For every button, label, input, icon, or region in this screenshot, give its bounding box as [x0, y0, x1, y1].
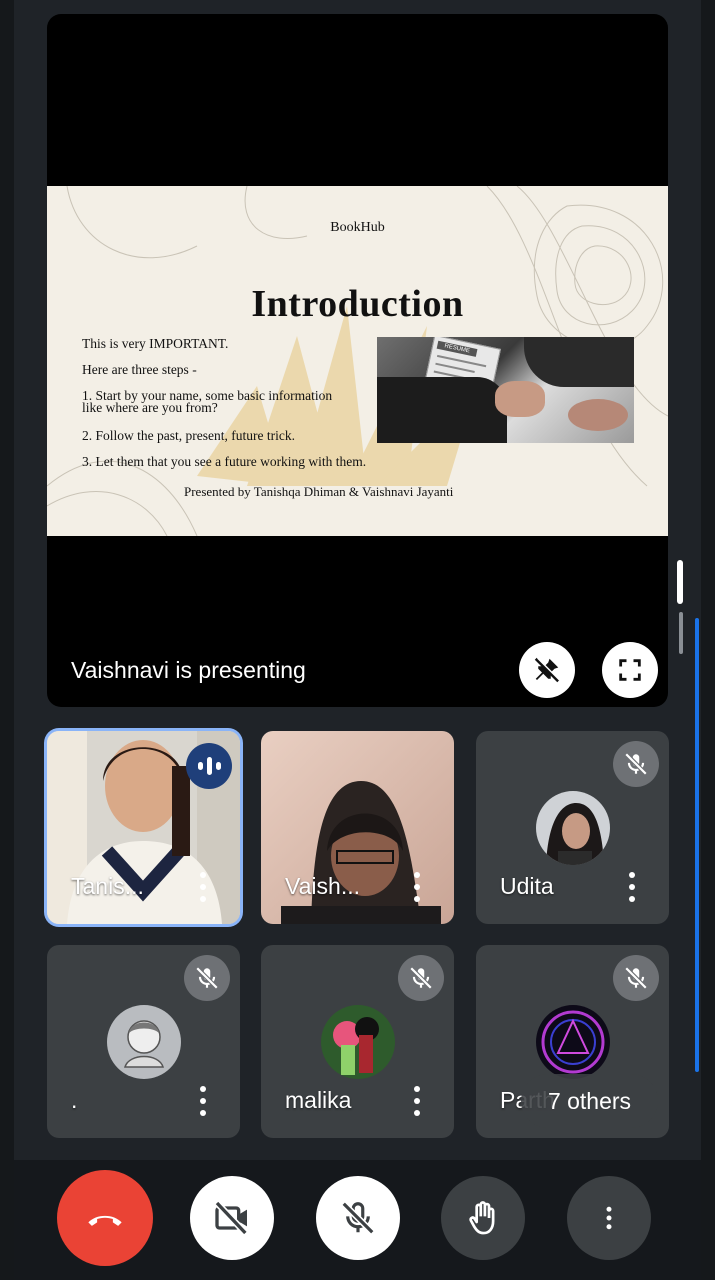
participant-tile-vaish[interactable]: Vaish... — [261, 731, 454, 924]
slide-title: Introduction — [251, 283, 464, 325]
avatar — [321, 1005, 395, 1079]
more-options-button[interactable] — [567, 1176, 651, 1260]
slide-line-5: 3. Let them that you see a future workin… — [82, 454, 367, 469]
mic-off-icon — [613, 955, 659, 1001]
unpin-icon — [534, 657, 561, 683]
participant-tile-malika[interactable]: malika — [261, 945, 454, 1138]
more-vert-icon[interactable] — [406, 1086, 428, 1116]
participant-name: . — [71, 1087, 78, 1113]
hand-icon — [469, 1201, 495, 1235]
mic-toggle-button[interactable] — [316, 1176, 400, 1260]
tiles-scrollbar[interactable] — [695, 618, 699, 1072]
slide-line-4: 2. Follow the past, present, future tric… — [82, 428, 295, 443]
speaking-indicator-icon — [186, 743, 232, 789]
screen-edge-left — [0, 0, 14, 1280]
resume-label: RESUME — [436, 340, 478, 357]
slide-line-3: 1. Start by your name, some basic inform… — [82, 388, 333, 415]
participant-name: malika — [285, 1087, 352, 1113]
participant-tile-dot[interactable]: . — [47, 945, 240, 1138]
camera-toggle-button[interactable] — [190, 1176, 274, 1260]
videocam-off-icon — [214, 1200, 248, 1236]
participant-name: Udita — [500, 873, 554, 899]
shared-slide: BookHub Introduction This is very IMPORT… — [47, 186, 668, 536]
avatar — [107, 1005, 181, 1079]
participant-name: Vaish... — [285, 873, 360, 899]
mic-off-icon — [613, 741, 659, 787]
more-vert-icon[interactable] — [406, 872, 428, 902]
raise-hand-button[interactable] — [441, 1176, 525, 1260]
slide-brand: BookHub — [330, 220, 385, 235]
more-vert-icon — [606, 1206, 612, 1230]
slide-footer: Presented by Tanishqa Dhiman & Vaishnavi… — [184, 484, 454, 499]
more-vert-icon[interactable] — [192, 1086, 214, 1116]
presentation-view[interactable]: BookHub Introduction This is very IMPORT… — [47, 14, 668, 707]
mic-off-icon — [341, 1201, 375, 1235]
participant-tile-udita[interactable]: Udita — [476, 731, 669, 924]
participant-name: Tanis... — [71, 873, 144, 899]
slide-line-1: This is very IMPORTANT. — [82, 336, 229, 351]
more-vert-icon[interactable] — [192, 872, 214, 902]
unpin-button[interactable] — [519, 642, 575, 698]
presentation-scrollbar[interactable] — [677, 560, 683, 604]
slide-line-2: Here are three steps - — [82, 362, 197, 377]
participant-tile-tanis[interactable]: Tanis... — [47, 731, 240, 924]
fullscreen-icon — [619, 659, 641, 681]
end-call-button[interactable] — [57, 1170, 153, 1266]
more-vert-icon[interactable] — [621, 872, 643, 902]
fullscreen-button[interactable] — [602, 642, 658, 698]
screen-edge-right — [701, 0, 715, 1280]
avatar — [536, 791, 610, 865]
slide-handshake-photo: RESUME — [377, 337, 634, 443]
presentation-scrollbar-track — [679, 612, 683, 654]
presenting-label: Vaishnavi is presenting — [71, 657, 306, 683]
mic-off-icon — [398, 955, 444, 1001]
others-chip[interactable]: 7 others — [521, 1074, 658, 1128]
avatar — [536, 1005, 610, 1079]
mic-off-icon — [184, 955, 230, 1001]
call-end-icon — [88, 1215, 122, 1226]
